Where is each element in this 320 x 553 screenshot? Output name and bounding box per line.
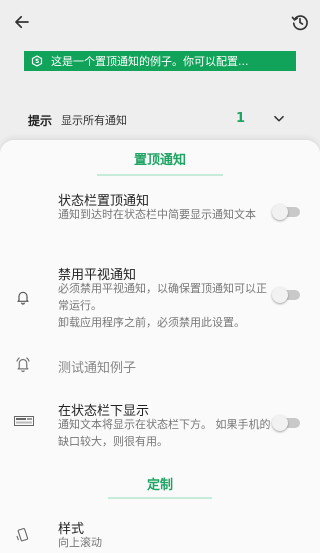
setting-desc: 必须禁用平视通知，以确保置顶通知可以正常运行。 卸载应用程序之前，必须禁用此设置…: [58, 282, 267, 329]
statusbar-icon: [14, 412, 34, 430]
s-logo-icon: [30, 54, 44, 68]
setting-desc: 通知到达时在状态栏中简要显示通知文本: [58, 208, 256, 221]
settings-sheet: 置顶通知 状态栏置顶通知 通知到达时在状态栏中简要显示通知文本 禁用平视通知 必…: [0, 140, 320, 553]
section-title-pinned: 置顶通知: [133, 153, 186, 168]
toggle-thumb: [272, 287, 288, 303]
toggle-statusbar-pin[interactable]: [272, 204, 302, 220]
bell-ringing-icon: [14, 355, 32, 373]
toggle-disable-flat[interactable]: [272, 287, 302, 303]
arrow-left-icon: [15, 15, 29, 29]
hint-value: 显示所有通知: [61, 114, 127, 127]
hint-count: 1: [236, 111, 246, 126]
notification-preview-banner[interactable]: 这是一个置顶通知的例子。你可以配置...: [24, 51, 296, 71]
toggle-thumb: [272, 415, 288, 431]
toggle-below-statusbar[interactable]: [272, 415, 302, 431]
setting-statusbar-pin[interactable]: 状态栏置顶通知 通知到达时在状态栏中简要显示通知文本: [0, 190, 320, 238]
banner-text: 这是一个置顶通知的例子。你可以配置...: [51, 55, 249, 68]
toggle-thumb: [272, 204, 288, 220]
hint-label: 提示: [28, 114, 53, 128]
setting-disable-flat[interactable]: 禁用平视通知 必须禁用平视通知，以确保置顶通知可以正常运行。 卸载应用程序之前，…: [0, 264, 320, 336]
setting-style[interactable]: 样式 向上滚动: [0, 518, 320, 553]
setting-title: 测试通知例子: [58, 361, 137, 376]
hint-row[interactable]: 提示 显示所有通知 1: [0, 104, 320, 134]
section-divider: [108, 497, 212, 499]
bell-icon: [14, 288, 32, 306]
top-bar: [0, 0, 320, 44]
setting-desc: 向上滚动: [58, 536, 102, 549]
back-button[interactable]: [8, 8, 36, 36]
setting-test-notification[interactable]: 测试通知例子: [0, 352, 320, 378]
phone-tilt-icon: [14, 526, 32, 544]
setting-desc: 通知文本将显示在状态栏下方。 如果手机的缺口较大，则很有用。: [58, 418, 271, 448]
setting-below-statusbar[interactable]: 在状态栏下显示 通知文本将显示在状态栏下方。 如果手机的缺口较大，则很有用。: [0, 400, 320, 452]
section-divider: [97, 174, 223, 176]
history-icon: [291, 15, 308, 31]
section-title-custom: 定制: [146, 478, 173, 493]
chevron-down-icon[interactable]: [268, 108, 290, 130]
history-button[interactable]: [286, 8, 314, 36]
